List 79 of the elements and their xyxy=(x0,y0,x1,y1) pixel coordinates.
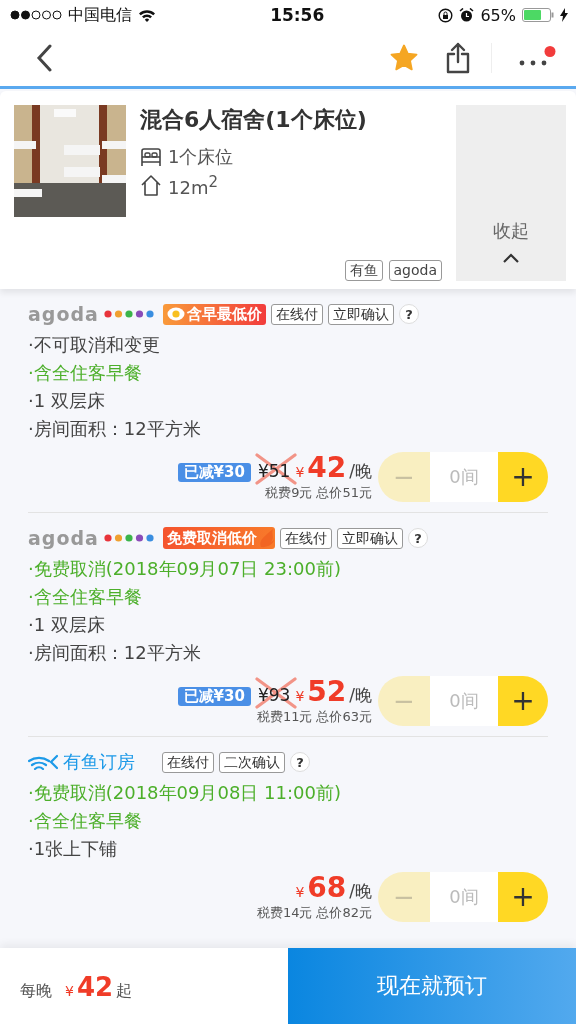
feature-tag: 立即确认 xyxy=(327,303,394,325)
original-price: ¥51 xyxy=(257,461,291,481)
feature-tag: 在线付 xyxy=(279,527,332,549)
condition-text: ·房间面积：12平方米 xyxy=(28,417,202,441)
egg-icon xyxy=(166,307,185,321)
condition-text: ·1张上下铺 xyxy=(28,837,119,861)
carrier-name: 中国电信 xyxy=(68,4,132,26)
feature-tag: 在线付 xyxy=(162,751,214,773)
promo-label: 含早最低价 xyxy=(186,304,262,324)
book-now-button[interactable]: 现在就预订 xyxy=(288,948,576,1024)
collapse-button[interactable]: 收起 xyxy=(456,105,566,281)
dots-icon xyxy=(103,534,154,542)
lowest-price: 42 xyxy=(76,972,114,1002)
per-night: /晚 xyxy=(349,684,372,707)
signal-icon xyxy=(10,10,62,20)
star-icon[interactable] xyxy=(389,43,419,73)
condition-text: ·1 双层床 xyxy=(28,613,106,637)
charging-icon xyxy=(560,8,568,22)
discount-badge: 已减¥30 xyxy=(177,687,251,706)
bed-icon xyxy=(140,147,162,167)
currency-sign: ¥ xyxy=(295,688,305,704)
price: 42 xyxy=(307,451,347,484)
total-price: 总价63元 xyxy=(316,708,372,726)
price: 52 xyxy=(307,675,347,708)
agoda-logo: agoda xyxy=(28,527,99,549)
per-night-label: 每晚 xyxy=(20,981,52,1002)
total-price: 总价82元 xyxy=(316,904,372,922)
help-button[interactable]: ? xyxy=(407,528,428,548)
tax-text: 税费9元 xyxy=(265,484,313,502)
share-icon[interactable] xyxy=(445,42,471,74)
currency-sign: ¥ xyxy=(295,464,305,480)
cross-icon xyxy=(253,453,298,485)
condition-text: ·免费取消(2018年09月08日 11:00前) xyxy=(28,781,342,805)
tax-text: 税费11元 xyxy=(256,708,313,726)
condition-text: ·1 双层床 xyxy=(28,389,106,413)
dots-icon xyxy=(103,310,154,318)
tax-text: 税费14元 xyxy=(256,904,313,922)
condition-text: ·含全住客早餐 xyxy=(28,809,143,833)
per-night: /晚 xyxy=(349,880,372,903)
condition-text: ·不可取消和变更 xyxy=(28,333,161,357)
per-night: /晚 xyxy=(349,460,372,483)
youyu-logo: 有鱼订房 xyxy=(63,750,135,774)
battery-percent: 65% xyxy=(480,5,516,25)
original-price: ¥93 xyxy=(257,685,291,705)
agoda-logo: agoda xyxy=(28,303,99,325)
house-icon xyxy=(140,174,162,196)
plus-button[interactable]: + xyxy=(498,675,548,726)
condition-text: ·免费取消(2018年09月07日 23:00前) xyxy=(28,557,342,581)
currency-sign: ¥ xyxy=(65,983,74,999)
rotation-lock-icon xyxy=(438,7,454,23)
promo-label: 免费取消低价 xyxy=(166,528,257,548)
caret-up-icon xyxy=(502,253,520,263)
help-button[interactable]: ? xyxy=(398,304,419,324)
feature-tag: 立即确认 xyxy=(336,527,403,549)
feature-tag: 在线付 xyxy=(270,303,323,325)
room-title: 混合6人宿舍(1个床位) xyxy=(140,106,368,134)
room-area: 12m$^{2}$ xyxy=(168,172,218,198)
condition-text: ·房间面积：12平方米 xyxy=(28,641,202,665)
discount-badge: 已减¥30 xyxy=(177,463,251,482)
bed-count: 1个床位 xyxy=(168,145,234,169)
plus-button[interactable]: + xyxy=(498,451,548,502)
clock-time: 15:56 xyxy=(270,5,325,25)
condition-text: ·含全住客早餐 xyxy=(28,585,143,609)
condition-text: ·含全住客早餐 xyxy=(28,361,143,385)
price: 68 xyxy=(307,871,347,904)
battery-icon xyxy=(522,8,554,22)
currency-sign: ¥ xyxy=(295,884,305,900)
cross-icon xyxy=(253,677,298,709)
wifi-icon xyxy=(138,8,156,22)
alarm-icon xyxy=(459,7,475,23)
total-price: 总价51元 xyxy=(316,484,372,502)
source-tag: agoda xyxy=(388,260,442,281)
feature-tag: 二次确认 xyxy=(219,751,285,773)
back-icon[interactable] xyxy=(36,44,52,72)
signal-waves-icon xyxy=(28,754,58,770)
help-button[interactable]: ? xyxy=(290,752,310,772)
from-label: 起 xyxy=(116,981,133,1002)
plus-button[interactable]: + xyxy=(498,871,548,922)
source-tag: 有鱼 xyxy=(344,260,383,281)
